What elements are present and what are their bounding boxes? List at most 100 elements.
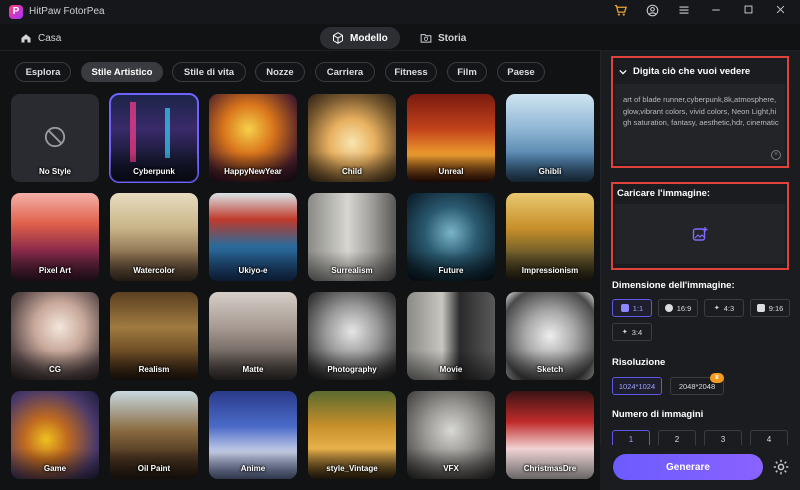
style-tile-watercolor[interactable]: Watercolor — [110, 193, 198, 281]
chevron-down-icon — [619, 69, 627, 75]
tab-storia[interactable]: Storia — [408, 27, 478, 49]
style-label: Pixel Art — [38, 266, 72, 275]
title-bar: P HitPaw FotorPea — [0, 0, 800, 24]
category-chip-stile-artistico[interactable]: Stile Artistico — [81, 62, 163, 82]
style-label: Realism — [138, 365, 170, 374]
count-label: Numero di immagini — [612, 409, 704, 420]
upload-dropzone[interactable] — [615, 204, 785, 264]
style-tile-oil-paint[interactable]: Oil Paint — [110, 391, 198, 479]
tab-label: Modello — [350, 32, 388, 44]
facebook-icon — [664, 304, 673, 312]
style-label: Anime — [240, 464, 266, 473]
style-tile-photography[interactable]: Photography — [308, 292, 396, 380]
style-label: Sketch — [536, 365, 564, 374]
style-tile-vfx[interactable]: VFX — [407, 391, 495, 479]
ratio-1-1-button[interactable]: 1:1 — [612, 299, 652, 317]
twitter-icon: ✦ — [621, 329, 628, 336]
resolution-label: Risoluzione — [612, 357, 666, 368]
prompt-header[interactable]: Digita ciò che vuoi vedere — [619, 66, 750, 77]
prompt-section: Digita ciò che vuoi vedere art of blade … — [611, 56, 789, 168]
style-label: No Style — [38, 167, 71, 176]
prompt-heading: Digita ciò che vuoi vedere — [633, 66, 751, 77]
style-tile-cg[interactable]: CG — [11, 292, 99, 380]
style-tile-no-style[interactable]: No Style — [11, 94, 99, 182]
style-tile-impressionism[interactable]: Impressionism — [506, 193, 594, 281]
home-button[interactable]: Casa — [20, 30, 61, 46]
style-label: Movie — [439, 365, 463, 374]
ratio-16-9-button[interactable]: 16:9 — [658, 299, 698, 317]
style-label: Unreal — [438, 167, 464, 176]
style-label: ChristmasDre — [523, 464, 577, 473]
style-tile-child[interactable]: Child — [308, 94, 396, 182]
tab-modello[interactable]: Modello — [320, 27, 400, 49]
style-label: Oil Paint — [137, 464, 171, 473]
style-tile-unreal[interactable]: Unreal — [407, 94, 495, 182]
style-label: Matte — [242, 365, 264, 374]
ratio-4-3-button[interactable]: ✦ 4:3 — [704, 299, 744, 317]
style-label: HappyNewYear — [224, 167, 282, 176]
style-label: Surrealism — [331, 266, 373, 275]
cube-icon — [333, 32, 343, 44]
category-chip-paese[interactable]: Paese — [497, 62, 545, 82]
resolution-1024-button[interactable]: 1024*1024 — [612, 377, 662, 395]
maximize-icon[interactable] — [740, 4, 756, 20]
ratio-9-16-button[interactable]: 9:16 — [750, 299, 790, 317]
app-title: HitPaw FotorPea — [29, 6, 105, 17]
generate-button[interactable]: Generare — [613, 454, 763, 480]
style-tile-sketch[interactable]: Sketch — [506, 292, 594, 380]
style-label: Child — [342, 167, 362, 176]
category-chip-film[interactable]: Film — [447, 62, 487, 82]
upload-section: Caricare l'immagine: — [611, 182, 789, 270]
upload-label: Caricare l'immagine: — [617, 188, 711, 199]
style-tile-realism[interactable]: Realism — [110, 292, 198, 380]
gear-icon[interactable] — [772, 458, 790, 476]
history-folder-icon — [420, 34, 432, 43]
nav-bar: Casa Modello Storia — [0, 24, 800, 51]
app-logo: P — [9, 5, 23, 19]
shopping-cart-icon[interactable] — [612, 4, 628, 20]
close-icon[interactable] — [772, 4, 788, 20]
home-label: Casa — [38, 32, 62, 44]
style-tile-style-vintage[interactable]: style_Vintage — [308, 391, 396, 479]
style-tile-movie[interactable]: Movie — [407, 292, 495, 380]
menu-icon[interactable] — [676, 4, 692, 20]
style-tile-happynewyear[interactable]: HappyNewYear — [209, 94, 297, 182]
style-tile-game[interactable]: Game — [11, 391, 99, 479]
style-tile-surrealism[interactable]: Surrealism — [308, 193, 396, 281]
style-label: Ghibli — [538, 167, 562, 176]
prompt-text: art of blade runner,cyberpunk,8k,atmosph… — [623, 95, 779, 127]
style-label: Watercolor — [133, 266, 175, 275]
category-chip-esplora[interactable]: Esplora — [15, 62, 71, 82]
category-chip-stile-di-vita[interactable]: Stile di vita — [172, 62, 246, 82]
category-chip-nozze[interactable]: Nozze — [255, 62, 305, 82]
style-tile-ukiyo-e[interactable]: Ukiyo-e — [209, 193, 297, 281]
instagram-icon — [756, 304, 765, 312]
style-label: style_Vintage — [326, 464, 378, 473]
style-tile-ghibli[interactable]: Ghibli — [506, 94, 594, 182]
no-style-icon — [44, 126, 66, 148]
ratio-3-4-button[interactable]: ✦ 3:4 — [612, 323, 652, 341]
style-label: CG — [49, 365, 61, 374]
prompt-textarea[interactable]: art of blade runner,cyberpunk,8k,atmosph… — [615, 84, 785, 164]
home-icon — [21, 34, 31, 43]
twitter-icon: ✦ — [713, 305, 720, 312]
style-label: Impressionism — [521, 266, 579, 275]
style-label: Photography — [327, 365, 377, 374]
minimize-icon[interactable] — [708, 4, 724, 20]
style-tile-pixel-art[interactable]: Pixel Art — [11, 193, 99, 281]
style-label: Game — [43, 464, 67, 473]
clear-icon[interactable]: × — [771, 150, 781, 160]
size-label: Dimensione dell'immagine: — [612, 280, 735, 291]
style-tile-cyberpunk[interactable]: Cyberpunk — [109, 93, 199, 183]
tab-label: Storia — [438, 32, 467, 44]
add-image-icon — [692, 227, 708, 241]
user-icon[interactable] — [644, 4, 660, 20]
style-tile-anime[interactable]: Anime — [209, 391, 297, 479]
category-chip-carriera[interactable]: Carriera — [315, 62, 375, 82]
style-tile-matte[interactable]: Matte — [209, 292, 297, 380]
style-tile-future[interactable]: Future — [407, 193, 495, 281]
instagram-icon — [620, 304, 629, 312]
category-chip-fitness[interactable]: Fitness — [385, 62, 437, 82]
style-label: Ukiyo-e — [238, 266, 268, 275]
style-tile-christmasdre[interactable]: ChristmasDre — [506, 391, 594, 479]
